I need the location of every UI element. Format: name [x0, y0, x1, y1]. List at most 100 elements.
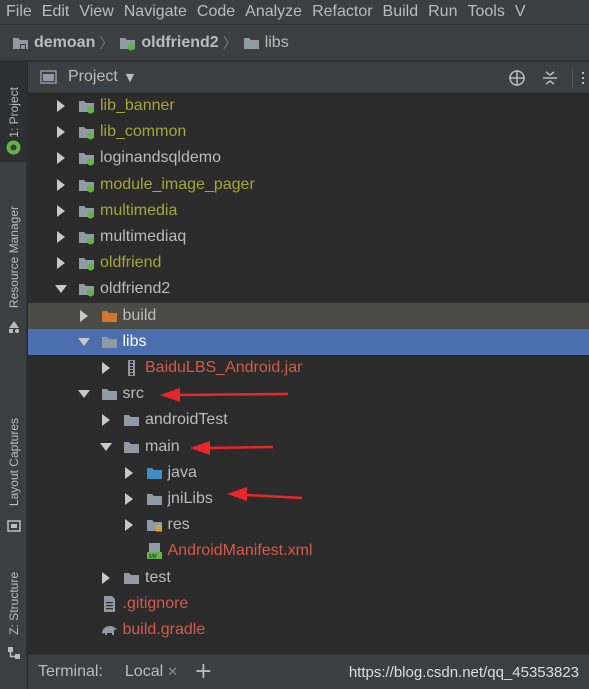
locate-icon[interactable] — [508, 69, 526, 87]
tree-row[interactable]: oldfriend2 — [28, 276, 589, 302]
chevron-right-icon: 〉 — [99, 35, 114, 52]
tab-structure[interactable]: Z: Structure — [0, 562, 27, 644]
tree-row[interactable]: main — [28, 434, 589, 460]
menu-tools[interactable]: Tools — [467, 3, 504, 21]
terminal-label: Terminal: — [38, 663, 103, 680]
capture-icon — [7, 519, 21, 533]
add-icon[interactable]: + — [194, 661, 212, 683]
chevron-right-icon[interactable] — [122, 466, 136, 480]
chevron-right-icon[interactable] — [54, 256, 68, 270]
module-folder-icon — [78, 150, 95, 166]
menu-view[interactable]: View — [79, 3, 113, 21]
tree-item-label: AndroidManifest.xml — [167, 542, 313, 560]
structure-icon — [7, 646, 21, 660]
tree-row[interactable]: res — [28, 512, 589, 538]
tree-row[interactable]: build — [28, 302, 589, 329]
tree-row[interactable]: java — [28, 460, 589, 486]
tree-row[interactable]: loginandsqldemo — [28, 145, 589, 171]
folder-icon — [123, 570, 140, 586]
chevron-down-icon[interactable] — [54, 282, 68, 296]
menu-code[interactable]: Code — [197, 3, 235, 21]
tree-row[interactable]: lib_common — [28, 119, 589, 145]
breadcrumb-item-libs[interactable]: libs — [243, 34, 289, 52]
chevron-down-icon[interactable] — [77, 335, 91, 349]
project-panel-header: Project ▼ — [28, 62, 589, 93]
collapse-all-icon[interactable] — [541, 69, 559, 87]
terminal-bar: Terminal: Local ✕ + https://blog.csdn.ne… — [28, 654, 589, 689]
menu-build[interactable]: Build — [383, 3, 419, 21]
chevron-right-icon[interactable] — [99, 571, 113, 585]
chevron-right-icon[interactable] — [99, 413, 113, 427]
tree-item-label: main — [145, 437, 180, 455]
module-folder-icon — [78, 124, 95, 140]
tree-row[interactable]: multimediaq — [28, 224, 589, 250]
menu-vcs[interactable]: V — [515, 3, 526, 21]
tree-item-label: oldfriend2 — [100, 280, 171, 298]
svg-text:MF: MF — [149, 554, 158, 560]
chevron-right-icon[interactable] — [77, 309, 91, 323]
breadcrumb-item-oldfriend2[interactable]: oldfriend2 — [119, 34, 219, 52]
chevron-down-icon[interactable] — [77, 387, 91, 401]
close-icon[interactable]: ✕ — [167, 664, 178, 680]
module-folder-icon — [78, 255, 95, 271]
panel-title: Project — [68, 68, 118, 85]
project-tree: lib_banner lib_common loginandsqldemo modul… — [28, 93, 589, 654]
text-file-icon — [101, 595, 118, 612]
chevron-right-icon[interactable] — [122, 518, 136, 532]
settings-icon[interactable] — [580, 71, 589, 85]
tree-row[interactable]: MF AndroidManifest.xml — [28, 538, 589, 564]
breadcrumb: demoan 〉 oldfriend2 〉 libs — [0, 24, 589, 61]
menu-run[interactable]: Run — [428, 3, 457, 21]
left-tool-strip: 1: Project Resource Manager Layout Captu… — [0, 62, 27, 689]
tree-row[interactable]: oldfriend — [28, 250, 589, 276]
gradle-icon — [101, 622, 118, 638]
tree-row[interactable]: BaiduLBS_Android.jar — [28, 355, 589, 381]
tab-layout-captures[interactable]: Layout Captures — [0, 407, 27, 517]
tree-item-label: loginandsqldemo — [100, 149, 221, 167]
chevron-right-icon: 〉 — [222, 35, 237, 52]
chevron-right-icon[interactable] — [54, 125, 68, 139]
folder-icon — [146, 491, 163, 507]
tab-resource-manager[interactable]: Resource Manager — [0, 192, 27, 322]
watermark-url: https://blog.csdn.net/qq_45353823 — [348, 663, 579, 681]
tree-item-label: build — [122, 306, 157, 324]
tree-item-label: libs — [122, 332, 147, 350]
chevron-right-icon[interactable] — [54, 99, 68, 113]
tree-item-label: build.gradle — [122, 621, 206, 638]
module-folder-icon — [78, 281, 95, 297]
tree-row[interactable]: libs — [28, 328, 589, 355]
breadcrumb-item-demoan[interactable]: demoan — [12, 34, 95, 52]
folder-icon — [101, 334, 118, 350]
tree-item-label: multimediaq — [100, 228, 187, 245]
tree-row[interactable]: test — [28, 565, 589, 591]
module-folder-icon — [119, 35, 136, 51]
tree-row[interactable]: multimedia — [28, 198, 589, 224]
tree-row[interactable]: lib_banner — [28, 93, 589, 119]
tree-item-label: BaiduLBS_Android.jar — [145, 359, 303, 376]
chevron-right-icon[interactable] — [122, 492, 136, 506]
tree-row[interactable]: androidTest — [28, 407, 589, 433]
tab-local[interactable]: Local ✕ — [125, 663, 178, 681]
chevron-right-icon[interactable] — [99, 361, 113, 375]
tree-row[interactable]: jniLibs — [28, 486, 589, 512]
menu-refactor[interactable]: Refactor — [312, 3, 372, 21]
chevron-down-icon[interactable] — [99, 440, 113, 454]
menu-navigate[interactable]: Navigate — [124, 3, 187, 21]
tree-row[interactable]: src — [28, 381, 589, 407]
folder-icon — [123, 439, 140, 455]
chevron-right-icon[interactable] — [54, 151, 68, 165]
chevron-down-icon[interactable]: ▼ — [126, 71, 134, 84]
chevron-right-icon[interactable] — [54, 178, 68, 192]
tree-row[interactable]: module_image_pager — [28, 172, 589, 198]
menu-edit[interactable]: Edit — [42, 3, 70, 21]
tree-row[interactable]: build.gradle — [28, 617, 589, 643]
chevron-right-icon[interactable] — [54, 204, 68, 218]
menu-file[interactable]: File — [6, 3, 32, 21]
module-folder-icon — [78, 98, 95, 114]
tree-row[interactable]: .gitignore — [28, 591, 589, 617]
module-folder-icon — [78, 229, 95, 245]
menu-analyze[interactable]: Analyze — [245, 3, 302, 21]
chevron-right-icon[interactable] — [54, 230, 68, 244]
